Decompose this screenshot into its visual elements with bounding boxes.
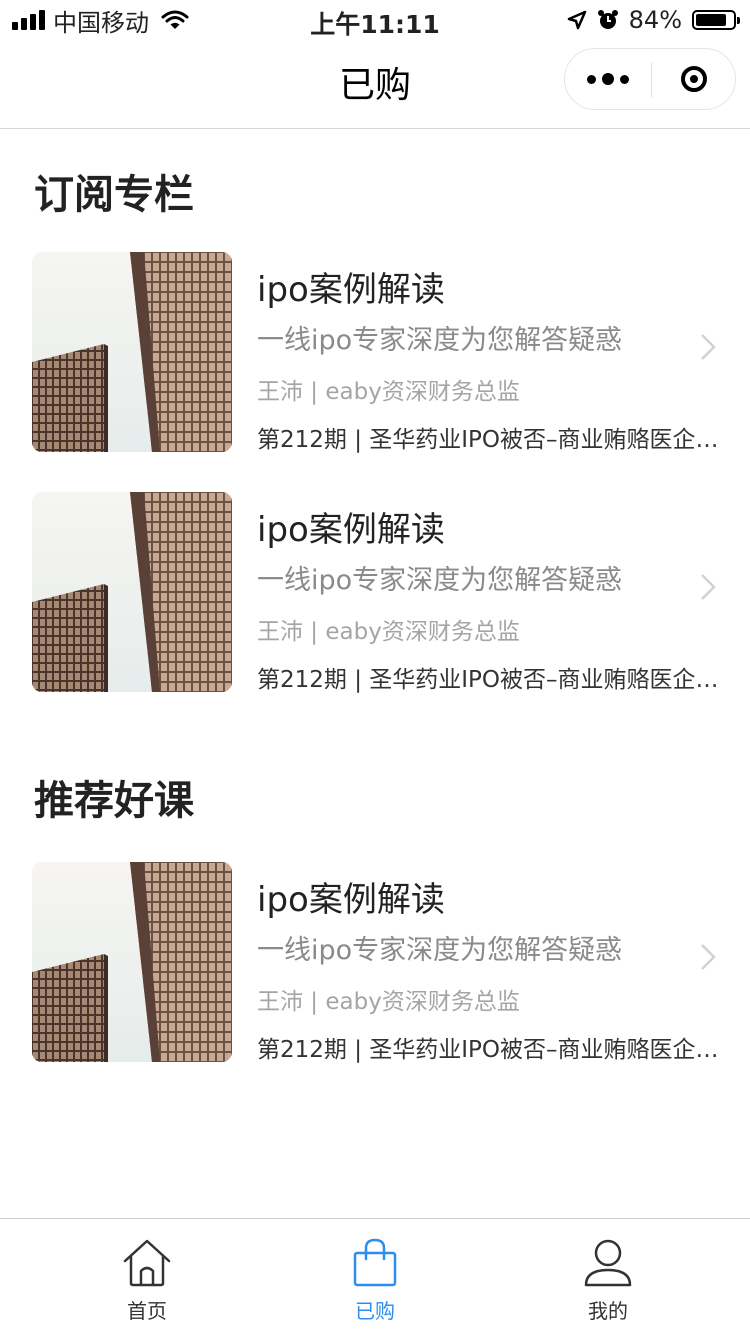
course-cover-image (32, 492, 232, 692)
tab-purchased[interactable]: 已购 (250, 1219, 500, 1335)
course-card[interactable]: ipo案例解读 一线ipo专家深度为您解答疑惑 王沛 | eaby资深财务总监 … (32, 492, 750, 693)
course-title: ipo案例解读 (257, 270, 445, 310)
course-card[interactable]: ipo案例解读 一线ipo专家深度为您解答疑惑 王沛 | eaby资深财务总监 … (32, 862, 750, 1063)
status-right: 84% (567, 6, 740, 34)
section-title-recommended: 推荐好课 (34, 778, 194, 824)
mini-program-capsule (564, 48, 736, 110)
latest-episode: 第212期 | 圣华药业IPO被否–商业贿赂医企分析 (257, 667, 727, 693)
course-card[interactable]: ipo案例解读 一线ipo专家深度为您解答疑惑 王沛 | eaby资深财务总监 … (32, 252, 750, 453)
status-bar: 中国移动 上午11:11 84% (0, 0, 750, 40)
course-subtitle: 一线ipo专家深度为您解答疑惑 (257, 935, 623, 966)
tab-mine[interactable]: 我的 (483, 1219, 733, 1335)
battery-percent: 84% (628, 6, 682, 34)
latest-episode: 第212期 | 圣华药业IPO被否–商业贿赂医企分析 (257, 1037, 727, 1063)
shopping-bag-icon (353, 1238, 397, 1287)
course-subtitle: 一线ipo专家深度为您解答疑惑 (257, 325, 623, 356)
course-subtitle: 一线ipo专家深度为您解答疑惑 (257, 565, 623, 596)
course-author: 王沛 | eaby资深财务总监 (257, 989, 520, 1015)
latest-episode: 第212期 | 圣华药业IPO被否–商业贿赂医企分析 (257, 427, 727, 453)
battery-icon (692, 10, 740, 30)
course-title: ipo案例解读 (257, 880, 445, 920)
chevron-right-icon (701, 574, 716, 600)
nav-bar: 已购 (0, 40, 750, 129)
course-cover-image (32, 252, 232, 452)
more-icon[interactable] (565, 49, 651, 109)
alarm-icon (597, 10, 618, 29)
tab-purchased-label: 已购 (355, 1299, 395, 1323)
course-title: ipo案例解读 (257, 510, 445, 550)
section-title-subscriptions: 订阅专栏 (34, 172, 194, 218)
user-icon (584, 1239, 632, 1287)
location-icon (567, 10, 586, 30)
course-author: 王沛 | eaby资深财务总监 (257, 379, 520, 405)
tab-bar: 首页 已购 我的 (0, 1218, 750, 1335)
course-cover-image (32, 862, 232, 1062)
tab-mine-label: 我的 (588, 1299, 628, 1323)
course-author: 王沛 | eaby资深财务总监 (257, 619, 520, 645)
tab-home[interactable]: 首页 (22, 1219, 272, 1335)
close-mini-program-icon[interactable] (651, 49, 737, 109)
home-icon (123, 1239, 171, 1287)
chevron-right-icon (701, 944, 716, 970)
chevron-right-icon (701, 334, 716, 360)
tab-home-label: 首页 (127, 1299, 167, 1323)
